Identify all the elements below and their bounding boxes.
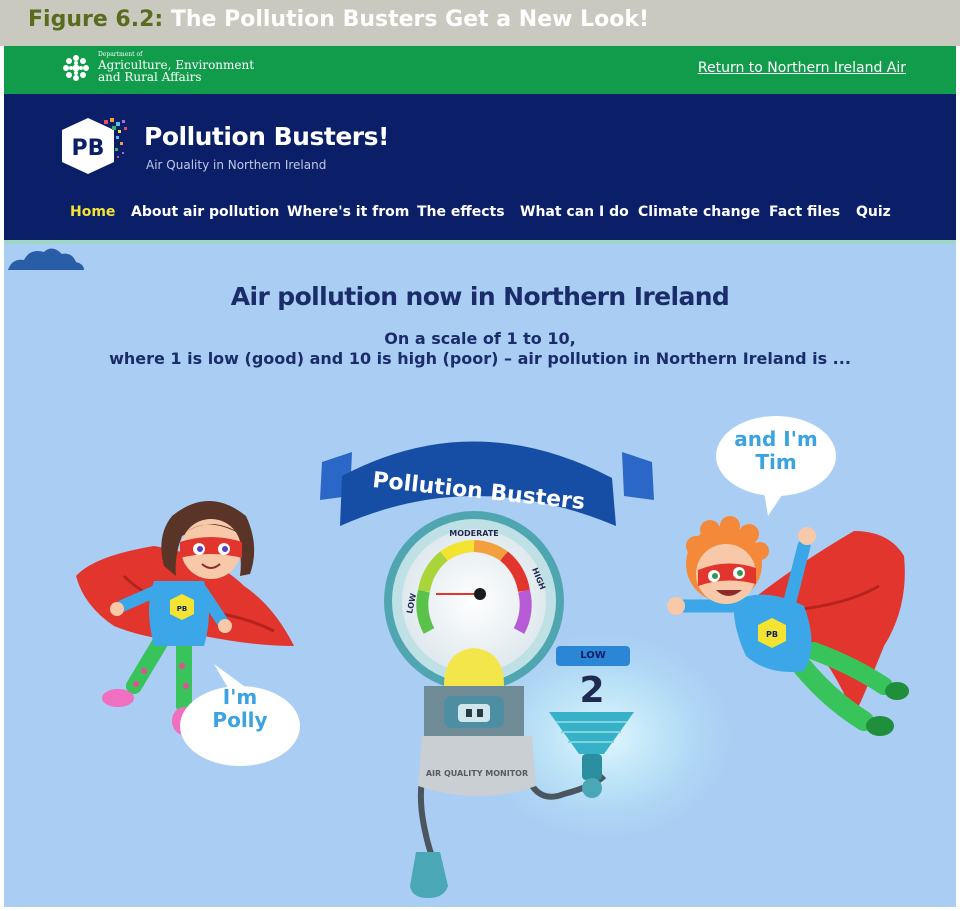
gauge-moderate-label: MODERATE: [449, 529, 499, 538]
polly-speech-line-2: Polly: [212, 708, 268, 732]
polly-speech-text: I'm Polly: [190, 686, 290, 732]
polly-badge-text: PB: [177, 605, 187, 613]
tim-speech-text: and I'm Tim: [726, 428, 826, 474]
air-quality-level-label: LOW: [556, 646, 630, 666]
tim-speech-line-2: Tim: [755, 450, 797, 474]
tim-speech-line-1: and I'm: [734, 427, 818, 451]
figure-caption: Figure 6.2: The Pollution Busters Get a …: [0, 0, 960, 46]
tim-badge-text: PB: [766, 630, 778, 639]
polly-speech-line-1: I'm: [222, 685, 258, 709]
website-screenshot: Department of Agriculture, Environment a…: [4, 46, 956, 907]
pollution-busters-illustration: PB PB LOW MODERATE HIGH AIR QUALITY MONI…: [76, 416, 909, 898]
monitor-body-label: AIR QUALITY MONITOR: [426, 769, 528, 778]
figure-number: Figure 6.2:: [28, 7, 164, 32]
air-quality-level-value: 2: [579, 670, 605, 711]
figure-title: The Pollution Busters Get a New Look!: [170, 7, 650, 32]
